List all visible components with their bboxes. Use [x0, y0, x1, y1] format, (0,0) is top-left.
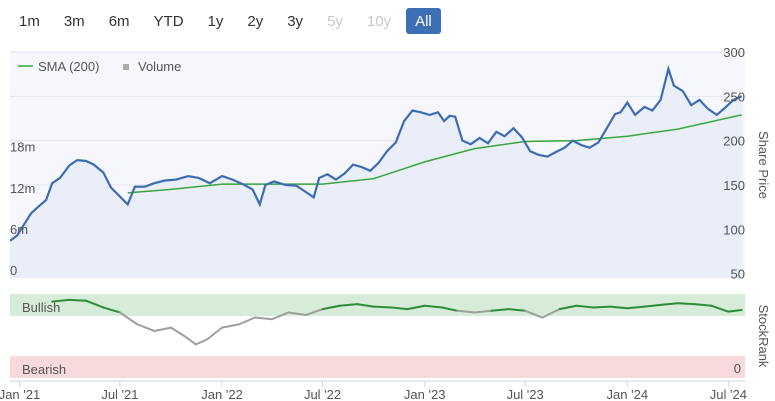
volume-tick-6m: 6m — [10, 222, 28, 237]
volume-tick-0: 0 — [10, 263, 17, 278]
legend-volume-marker — [123, 64, 129, 70]
price-tick-100: 100 — [723, 222, 745, 237]
x-tick-label: Jan '21 — [0, 387, 40, 401]
x-tick-label: Jul '21 — [101, 387, 138, 401]
volume-tick-12m: 12m — [10, 181, 35, 196]
x-tick-label: Jul '23 — [507, 387, 544, 401]
stockrank-tick-0: 0 — [734, 361, 741, 376]
price-axis-label: Share Price — [756, 131, 771, 199]
price-tick-250: 250 — [723, 89, 745, 104]
bearish-label: Bearish — [22, 362, 66, 377]
price-tick-200: 200 — [723, 134, 745, 149]
stockrank-segment — [68, 298, 88, 302]
x-tick-label: Jan '22 — [201, 387, 243, 401]
price-tick-150: 150 — [723, 178, 745, 193]
legend-sma-label[interactable]: SMA (200) — [38, 59, 99, 74]
x-tick-label: Jul '24 — [710, 387, 747, 401]
legend-volume-label[interactable]: Volume — [138, 59, 181, 74]
price-tick-50: 50 — [731, 267, 745, 282]
stockrank-segment — [676, 302, 696, 306]
stock-chart: 50100150200250300 06m12m18m Share Price … — [0, 45, 771, 401]
stockrank-segment — [372, 305, 392, 309]
stockrank-segment — [592, 305, 612, 309]
volume-tick-18m: 18m — [10, 140, 35, 155]
bearish-band — [10, 356, 745, 378]
x-tick-label: Jan '24 — [607, 387, 649, 401]
price-tick-300: 300 — [723, 45, 745, 60]
x-tick-label: Jul '22 — [304, 387, 341, 401]
stockrank-axis-label: StockRank — [756, 305, 771, 368]
x-tick-label: Jan '23 — [404, 387, 446, 401]
x-axis-ticks: Jan '21 Jul '21 Jan '22 Jul '22 Jan '23 Jul '… — [0, 381, 747, 401]
